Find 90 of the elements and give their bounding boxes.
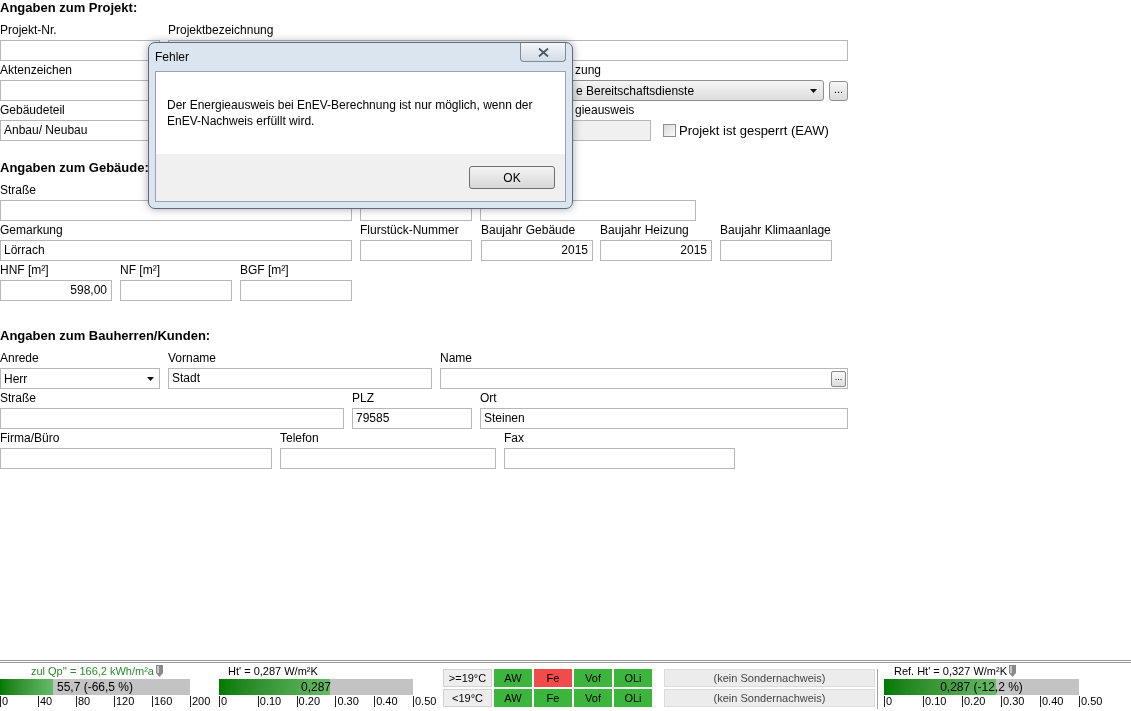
text-field[interactable]: Lörrach [0, 240, 352, 261]
dialog-title: Fehler [155, 49, 189, 66]
caret-icon [147, 376, 154, 381]
tick-label: 0.30 [1001, 696, 1025, 707]
tick-label: 200 [190, 696, 211, 707]
field-label: Projekt-Nr. [0, 23, 57, 37]
checkbox-label: Projekt ist gesperrt (EAW) [679, 121, 829, 140]
field-label: HNF [m²] [0, 263, 49, 277]
text-field[interactable] [360, 240, 472, 261]
text-field[interactable] [720, 240, 832, 261]
text-field[interactable] [504, 448, 735, 469]
field-label: zung [575, 63, 602, 77]
field-label: Aktenzeichen [0, 63, 73, 77]
tick-label: 0.10 [257, 696, 282, 707]
text-field[interactable] [120, 280, 232, 301]
field-label: Name [440, 351, 472, 365]
text-field[interactable]: 79585 [352, 408, 472, 429]
tick-label: 120 [114, 696, 135, 707]
check-indicator: OLi [614, 669, 652, 687]
check-indicator: Fe [534, 689, 572, 707]
tick-label: 0.20 [296, 696, 320, 707]
tick-label: 0.30 [335, 696, 359, 707]
gauge-caption: Ref. Ht' = 0,327 W/m²K [893, 665, 1007, 678]
proof-button[interactable]: (kein Sondernachweis) [664, 689, 875, 707]
field-label: NF [m²] [120, 263, 160, 277]
field-label: Baujahr Gebäude [481, 223, 576, 237]
tick-label: 40 [38, 696, 53, 707]
field-label: Baujahr Klimaanlage [720, 223, 831, 237]
check-indicator: Fe [534, 669, 572, 687]
check-indicator: Vof [574, 689, 612, 707]
gauge-reading: 0,287 (-12,2 %) [940, 679, 1023, 695]
tick-label: 0 [884, 696, 893, 707]
check-indicator: AW [494, 689, 532, 707]
field-label: gieausweis [575, 103, 635, 117]
tick-label: 0.20 [962, 696, 986, 707]
gauge-reading: 55,7 (-66,5 %) [57, 679, 133, 695]
tick-label: 0.10 [923, 696, 947, 707]
field-label: Telefon [280, 431, 319, 445]
field-label: Vorname [168, 351, 217, 365]
text-field[interactable]: 2015 [600, 240, 712, 261]
temperature-button[interactable]: >=19°C [443, 669, 492, 687]
close-icon [537, 47, 549, 57]
field-label: Firma/Büro [0, 431, 60, 445]
section-heading: Angaben zum Projekt: [0, 0, 138, 16]
field-label: BGF [m²] [240, 263, 289, 277]
proof-button[interactable]: (kein Sondernachweis) [664, 669, 875, 687]
tick-label: 0.40 [374, 696, 398, 707]
field-label: Gemarkung [0, 223, 63, 237]
field-label: Projektbezeichnung [168, 23, 274, 37]
tick-label: 0.50 [413, 696, 437, 707]
field-label: Anrede [0, 351, 39, 365]
temperature-button[interactable]: <19°C [443, 689, 492, 707]
lookup-field[interactable]: ... [440, 368, 848, 389]
section-heading: Angaben zum Bauherren/Kunden: [0, 328, 211, 344]
text-field[interactable]: Stadt [168, 368, 432, 389]
text-field[interactable] [280, 448, 496, 469]
text-field[interactable]: 2015 [481, 240, 593, 261]
tick-label: 0 [0, 696, 9, 707]
caret-icon [810, 88, 817, 93]
text-field[interactable] [240, 280, 352, 301]
ok-button[interactable]: OK [469, 166, 555, 189]
text-field[interactable]: Steinen [480, 408, 848, 429]
dialog-message: Der Energieausweis bei EnEV-Berechnung ist nur möglich, wenn der EnEV-Nachweis erfüllt wird. [167, 97, 534, 129]
field-label: Ort [480, 391, 497, 405]
field-label: PLZ [352, 391, 374, 405]
tick-label: 0.40 [1040, 696, 1064, 707]
combo-box[interactable]: Herr [0, 368, 160, 389]
check-indicator: Vof [574, 669, 612, 687]
field-label: Flurstück-Nummer [360, 223, 459, 237]
field-label: Straße [0, 183, 36, 197]
check-indicator: OLi [614, 689, 652, 707]
ellipsis-button[interactable]: ... [831, 370, 846, 387]
checkbox[interactable] [663, 124, 676, 137]
text-field[interactable] [0, 448, 272, 469]
ellipsis-button[interactable]: ... [829, 80, 848, 101]
text-field[interactable] [0, 408, 344, 429]
gauge-caption: zul Qp'' = 166,2 kWh/m²a [30, 665, 154, 678]
check-indicator: AW [494, 669, 532, 687]
tick-label: 0 [219, 696, 228, 707]
section-heading: Angaben zum Gebäude: [0, 160, 149, 176]
field-label: Straße [0, 391, 36, 405]
tick-label: 160 [152, 696, 173, 707]
tick-label: 80 [76, 696, 91, 707]
close-button[interactable] [520, 43, 566, 62]
field-label: Baujahr Heizung [600, 223, 689, 237]
field-label: Fax [504, 431, 524, 445]
field-label: Gebäudeteil [0, 103, 65, 117]
text-field[interactable]: 598,00 [0, 280, 112, 301]
tick-label: 0.50 [1079, 696, 1103, 707]
gauge-caption: Ht' = 0,287 W/m²K [228, 665, 318, 678]
